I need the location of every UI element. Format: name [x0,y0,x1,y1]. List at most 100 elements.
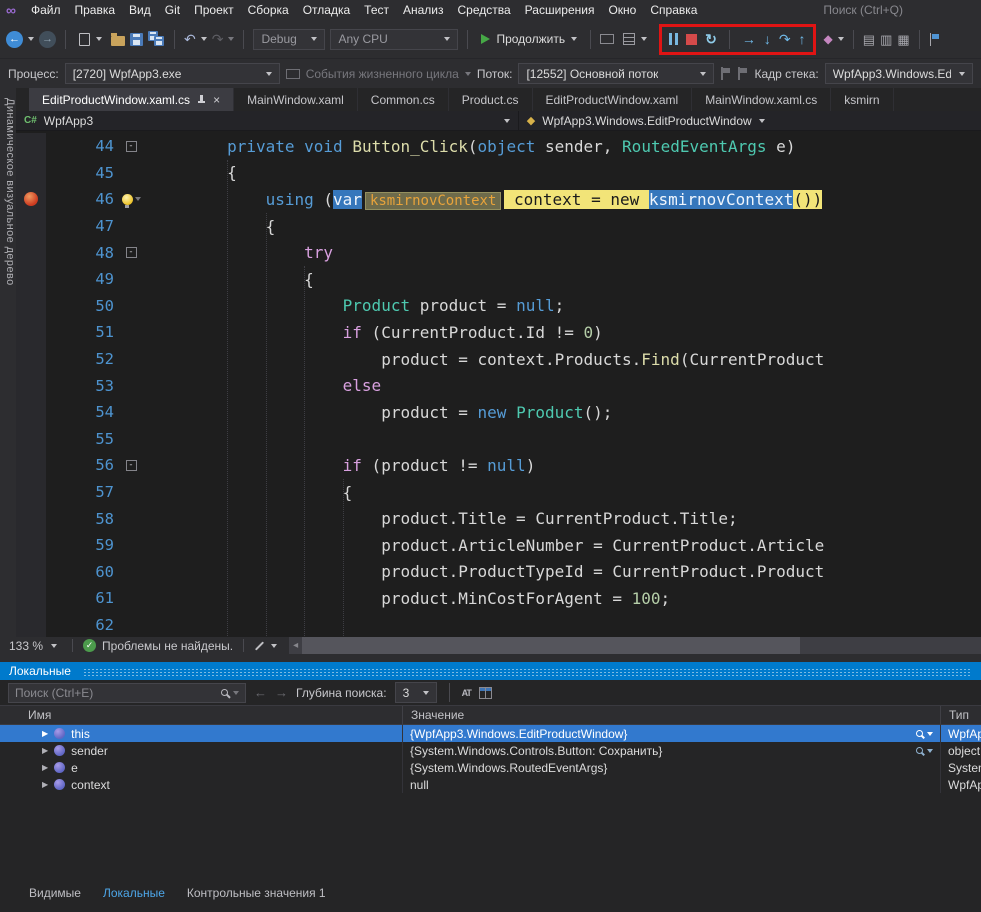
breakpoint-margin[interactable] [16,160,46,187]
menu-item[interactable]: Средства [451,2,518,18]
document-tab[interactable]: ksmirn [831,88,893,111]
magnifier-icon[interactable] [916,747,923,754]
flag-icon[interactable] [929,33,940,46]
code-line[interactable]: 48- try [16,239,981,266]
column-header-name[interactable]: Имя [0,706,403,724]
code-editor[interactable]: 44- private void Button_Click(object sen… [16,131,981,637]
new-file-button[interactable] [75,31,106,48]
visualizer-control[interactable] [916,747,933,754]
code-cleanup-icon[interactable] [255,641,264,650]
variable-name-cell[interactable]: ▶e [0,759,403,776]
breakpoint-margin[interactable] [16,479,46,506]
expander-icon[interactable]: ▶ [42,763,48,772]
variable-row[interactable]: ▶contextnullWpfApp [0,776,981,793]
breakpoint-margin[interactable] [16,585,46,612]
visualizer-control[interactable] [916,730,933,737]
code-line[interactable]: 58 product.Title = CurrentProduct.Title; [16,505,981,532]
breakpoint-margin[interactable] [16,293,46,320]
save-icon[interactable] [130,33,143,46]
code-line[interactable]: 52 product = context.Products.Find(Curre… [16,346,981,373]
menu-item[interactable]: Окно [601,2,643,18]
breakpoint-margin[interactable] [16,426,46,453]
chevron-down-icon[interactable] [927,732,933,736]
expander-icon[interactable]: ▶ [42,729,48,738]
code-line[interactable]: 49 { [16,266,981,293]
breakpoint-margin[interactable] [16,399,46,426]
breakpoint-margin[interactable] [16,319,46,346]
panel-splitter[interactable] [0,654,981,662]
restart-icon[interactable]: ↻ [705,32,717,46]
document-tab[interactable]: MainWindow.xaml [234,88,358,111]
search-icon[interactable] [221,689,228,696]
process-dropdown[interactable]: [2720] WpfApp3.exe [65,63,280,84]
variable-name-cell[interactable]: ▶this [0,725,403,742]
code-line[interactable]: 55 [16,426,981,453]
columns-toggle-icon[interactable] [479,687,492,699]
code-line[interactable]: 59 product.ArticleNumber = CurrentProduc… [16,532,981,559]
navigate-forward-icon[interactable]: → [39,31,56,48]
chevron-down-icon[interactable] [504,119,510,123]
breakpoint-margin[interactable] [16,505,46,532]
breakpoint-margin[interactable] [16,266,46,293]
quick-search-box[interactable]: Поиск (Ctrl+Q) [823,3,903,17]
diagnostic-tools-icon[interactable]: ◆ [824,32,833,46]
breakpoint-margin[interactable] [16,239,46,266]
solution-configuration-dropdown[interactable]: Debug [253,29,325,50]
tool-window-tab[interactable]: Локальные [94,884,174,902]
debug-target-icon[interactable] [600,34,614,44]
variable-name-cell[interactable]: ▶sender [0,742,403,759]
step-out-icon[interactable]: ↑ [799,32,806,46]
zoom-dropdown[interactable]: 133 % [4,639,62,653]
code-line[interactable]: 50 Product product = null; [16,293,981,320]
save-all-icon[interactable] [148,31,165,47]
flag-thread-icon[interactable] [720,67,731,80]
close-icon[interactable]: × [213,93,220,107]
column-header-value[interactable]: Значение [403,706,941,724]
menu-item[interactable]: Проект [187,2,241,18]
lifecycle-events-button[interactable]: События жизненного цикла [286,67,471,81]
scrollbar-thumb[interactable] [302,637,800,654]
column-header-type[interactable]: Тип [941,706,981,724]
watch-window-icon[interactable]: ▤ [863,33,875,46]
breakpoint-icon[interactable] [24,192,38,206]
document-tab[interactable]: EditProductWindow.xaml.cs× [29,88,234,111]
chevron-down-icon[interactable] [759,119,765,123]
collapse-region-icon[interactable]: - [126,460,137,471]
menu-item[interactable]: Отладка [296,2,357,18]
menu-item[interactable]: Вид [122,2,158,18]
lightbulb-icon[interactable] [122,194,133,205]
breakpoint-margin[interactable] [16,186,46,213]
breakpoint-margin[interactable] [16,532,46,559]
variable-row[interactable]: ▶this{WpfApp3.Windows.EditProductWindow}… [0,725,981,742]
redo-icon[interactable]: ↷ [212,32,224,46]
break-all-icon[interactable] [669,33,678,45]
variable-value-cell[interactable]: {WpfApp3.Windows.EditProductWindow} [403,725,941,742]
variable-row[interactable]: ▶sender{System.Windows.Controls.Button: … [0,742,981,759]
search-next-icon[interactable]: → [275,685,288,700]
type-dropdown[interactable]: ◆ WpfApp3.Windows.EditProductWindow [518,111,981,130]
menu-item[interactable]: Анализ [396,2,451,18]
open-file-icon[interactable] [111,36,125,46]
breakpoint-margin[interactable] [16,452,46,479]
thread-dropdown[interactable]: [12552] Основной поток [518,63,714,84]
expander-icon[interactable]: ▶ [42,746,48,755]
code-line[interactable]: 57 { [16,479,981,506]
breakpoint-margin[interactable] [16,372,46,399]
collapsed-tool-window-tab[interactable]: Динамическое визуальное дерево [0,88,16,637]
menu-item[interactable]: Справка [643,2,704,18]
code-line[interactable]: 62 [16,612,981,637]
document-tab[interactable]: Product.cs [449,88,533,111]
document-tab[interactable]: EditProductWindow.xaml [533,88,693,111]
chevron-down-icon[interactable] [96,37,102,41]
document-tab[interactable]: MainWindow.xaml.cs [692,88,831,111]
stop-debugging-icon[interactable] [686,34,697,45]
horizontal-scrollbar[interactable]: ◂ [289,637,981,654]
chevron-down-icon[interactable] [233,691,239,695]
breakpoint-margin[interactable] [16,133,46,160]
chevron-down-icon[interactable] [201,37,207,41]
breakpoints-window-button[interactable] [619,31,651,47]
code-line[interactable]: 51 if (CurrentProduct.Id != 0) [16,319,981,346]
chevron-down-icon[interactable] [641,37,647,41]
variable-name-cell[interactable]: ▶context [0,776,403,793]
variable-row[interactable]: ▶e{System.Windows.RoutedEventArgs}System… [0,759,981,776]
